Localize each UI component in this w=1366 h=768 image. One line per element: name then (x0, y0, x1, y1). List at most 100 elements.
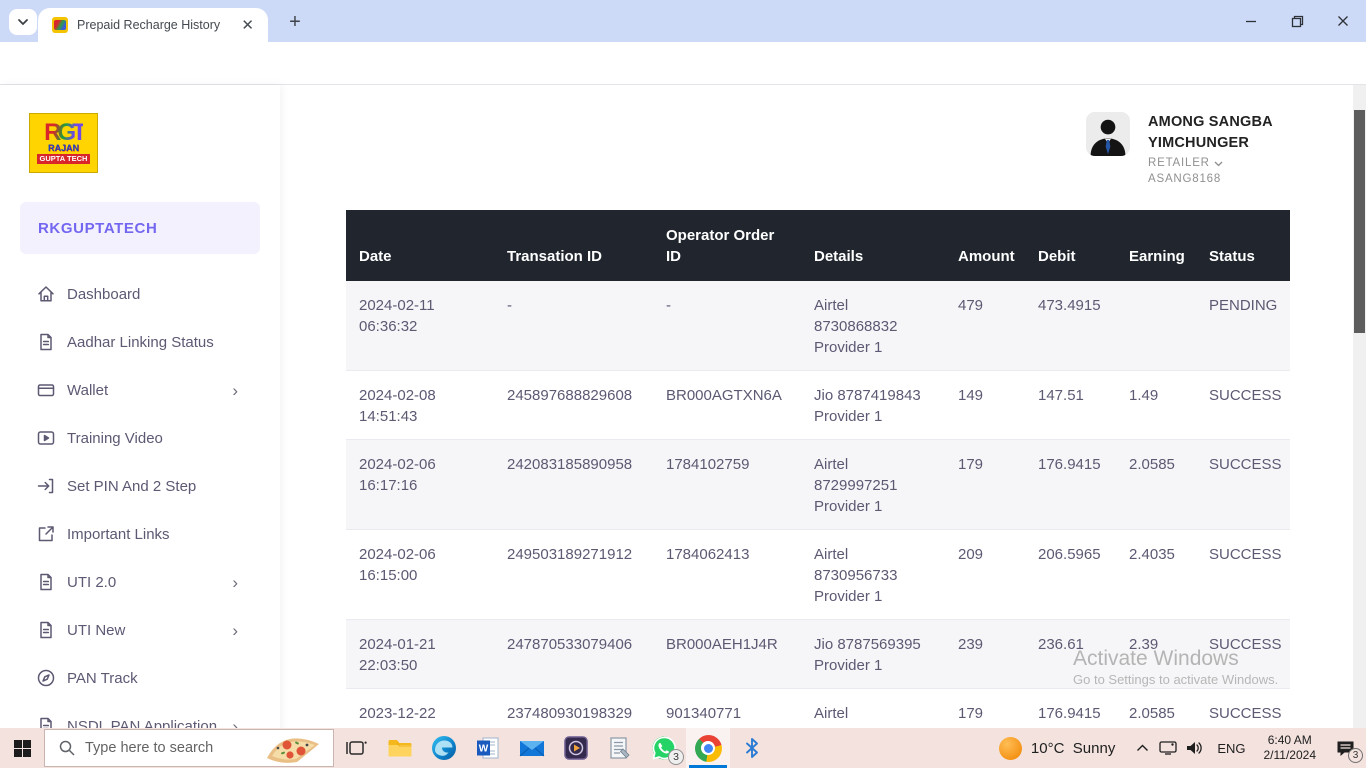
cell-transaction-id: 247870533079406 (507, 620, 666, 667)
cell-transaction-id: 242083185890958 (507, 440, 666, 487)
cell-details: Airtel8730868832Provider 1 (814, 281, 958, 370)
task-view-icon (345, 738, 367, 758)
column-header-status: Status (1209, 246, 1290, 281)
notes-button[interactable] (598, 728, 642, 768)
user-avatar (1086, 112, 1130, 156)
display-cast-button[interactable] (1155, 728, 1181, 768)
volume-button[interactable] (1181, 728, 1207, 768)
file-explorer-button[interactable] (378, 728, 422, 768)
window-restore-button[interactable] (1274, 0, 1320, 42)
sidebar-nav: Dashboard Aadhar Linking Status Wallet ›… (0, 270, 280, 750)
site-favicon-icon (52, 17, 68, 33)
weather-sun-icon[interactable] (999, 737, 1022, 760)
scrollbar-thumb[interactable] (1354, 110, 1365, 333)
cell-debit: 206.5965 (1038, 530, 1129, 577)
logo-line2: RAJAN (48, 144, 79, 153)
clock[interactable]: 6:40 AM 2/11/2024 (1256, 733, 1325, 763)
edge-button[interactable] (422, 728, 466, 768)
task-view-button[interactable] (334, 728, 378, 768)
sidebar-item-wallet[interactable]: Wallet › (0, 366, 280, 414)
cell-earning: 1.49 (1129, 371, 1209, 418)
start-button[interactable] (0, 728, 44, 768)
word-button[interactable]: W (466, 728, 510, 768)
web-page: RGT RAJAN GUPTA TECH RKGUPTATECH Dashboa… (0, 85, 1366, 768)
user-name-line2: YIMCHUNGER (1148, 133, 1278, 154)
document-icon (36, 332, 56, 352)
cell-time: 16:17:16 (359, 475, 493, 496)
cell-status: SUCCESS (1209, 620, 1296, 667)
chrome-button[interactable] (686, 728, 730, 768)
sidebar-item-uti-new[interactable]: UTI New › (0, 606, 280, 654)
sidebar-item-dashboard[interactable]: Dashboard (0, 270, 280, 318)
cell-earning (1129, 281, 1209, 307)
cell-operator-order-id: - (666, 281, 814, 328)
page-scrollbar[interactable] (1353, 85, 1366, 768)
cell-date: 2024-01-21 (359, 634, 493, 655)
tray-date: 2/11/2024 (1264, 748, 1317, 762)
user-meta: AMONG SANGBA YIMCHUNGER RETAILER ASANG81… (1148, 112, 1278, 186)
video-icon (36, 428, 56, 448)
cell-debit: 236.61 (1038, 620, 1129, 667)
cell-amount: 239 (958, 620, 1038, 667)
compass-icon (36, 668, 56, 688)
cell-earning: 2.4035 (1129, 530, 1209, 577)
tab-search-button[interactable] (9, 9, 37, 35)
cell-status: PENDING (1209, 281, 1291, 328)
column-header-amount: Amount (958, 246, 1038, 281)
column-header-earning: Earning (1129, 246, 1209, 281)
word-icon: W (476, 736, 500, 760)
cell-date: 2024-02-11 (359, 295, 493, 316)
new-tab-button[interactable]: + (282, 10, 308, 36)
company-logo[interactable]: RGT RAJAN GUPTA TECH (29, 113, 98, 173)
tab-close-icon[interactable]: ✕ (237, 16, 258, 34)
browser-tab[interactable]: Prepaid Recharge History ✕ (38, 8, 268, 42)
sidebar-item-pan-track[interactable]: PAN Track (0, 654, 280, 702)
window-minimize-button[interactable] (1228, 0, 1274, 42)
main-content: AMONG SANGBA YIMCHUNGER RETAILER ASANG81… (280, 85, 1353, 768)
table-row: 2024-01-2122:03:50 247870533079406 BR000… (346, 620, 1290, 689)
window-close-button[interactable] (1320, 0, 1366, 42)
cell-debit: 147.51 (1038, 371, 1129, 418)
cell-debit: 473.4915 (1038, 281, 1129, 328)
media-player-icon (564, 736, 588, 760)
brand-banner: RKGUPTATECH (20, 202, 260, 254)
bluetooth-icon (742, 737, 762, 759)
cell-date: 2024-02-06 (359, 544, 493, 565)
sidebar-item-training-video[interactable]: Training Video (0, 414, 280, 462)
cell-operator-order-id: BR000AEH1J4R (666, 620, 814, 667)
sidebar-item-important-links[interactable]: Important Links (0, 510, 280, 558)
chevron-down-icon (17, 18, 29, 26)
mail-button[interactable] (510, 728, 554, 768)
user-id: ASANG8168 (1148, 173, 1221, 186)
search-placeholder: Type here to search (85, 740, 263, 756)
sidebar-item-aadhar-linking-status[interactable]: Aadhar Linking Status (0, 318, 280, 366)
svg-text:W: W (479, 744, 489, 755)
sidebar-item-set-pin[interactable]: Set PIN And 2 Step (0, 462, 280, 510)
user-role: RETAILER (1148, 157, 1210, 170)
cell-earning: 2.0585 (1129, 440, 1209, 487)
user-profile[interactable]: AMONG SANGBA YIMCHUNGER RETAILER ASANG81… (1086, 112, 1278, 186)
whatsapp-button[interactable]: 3 (642, 728, 686, 768)
screen: Prepaid Recharge History ✕ + rknsdl.onli… (0, 0, 1366, 768)
file-explorer-icon (387, 737, 413, 759)
weather-text[interactable]: 10°C Sunny (1031, 740, 1115, 757)
sidebar-item-uti-20[interactable]: UTI 2.0 › (0, 558, 280, 606)
cell-time: 06:36:32 (359, 316, 493, 337)
language-indicator[interactable]: ENG (1207, 741, 1255, 756)
cell-details: Airtel8729997251Provider 1 (814, 440, 958, 529)
browser-tab-strip: Prepaid Recharge History ✕ + (0, 0, 1366, 42)
tray-expand-button[interactable] (1129, 728, 1155, 768)
wallet-icon (36, 380, 56, 400)
cell-date: 2024-02-06 (359, 454, 493, 475)
taskbar-search-box[interactable]: Type here to search (44, 729, 334, 767)
notification-center-button[interactable]: 3 (1324, 728, 1366, 768)
media-player-button[interactable] (554, 728, 598, 768)
chrome-icon (695, 735, 722, 762)
chevron-down-icon[interactable] (1214, 161, 1223, 167)
cell-earning: 2.39 (1129, 620, 1209, 667)
cell-date: 2023-12-22 (359, 703, 493, 724)
login-icon (36, 476, 56, 496)
bluetooth-button[interactable] (730, 728, 774, 768)
cell-transaction-id: 245897688829608 (507, 371, 666, 418)
cell-time: 22:03:50 (359, 655, 493, 676)
